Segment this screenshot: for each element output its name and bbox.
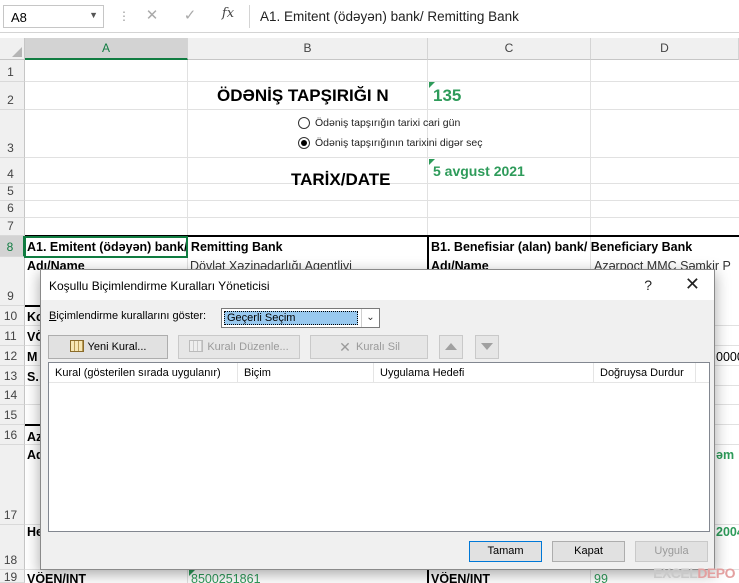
insert-function-icon[interactable]: fx	[216, 6, 240, 26]
cell-b19[interactable]: 8500251861	[191, 572, 261, 583]
order-number[interactable]: 135	[433, 86, 461, 106]
move-down-button[interactable]	[475, 335, 499, 359]
table-border	[25, 424, 40, 426]
cell-c8[interactable]: B1. Benefisiar (alan) bank/ Beneficiary …	[431, 240, 739, 254]
active-cell-selection	[24, 236, 188, 258]
cell-d12[interactable]: 0000	[716, 350, 739, 364]
cell-a19[interactable]: VÖEN/INT	[27, 572, 86, 583]
radio-current-date-label: Ödəniş tapşırığın tarixi cari gün	[315, 117, 461, 129]
gridline	[25, 109, 739, 110]
arrow-down-icon	[481, 343, 493, 350]
column-stop-if-true[interactable]: Doğruysa Durdur	[594, 363, 696, 383]
new-rule-icon	[69, 340, 84, 352]
name-box[interactable]: A8 ▼	[3, 5, 104, 28]
move-up-button[interactable]	[439, 335, 463, 359]
column-applies-to[interactable]: Uygulama Hedefi	[374, 363, 594, 383]
row-header-2[interactable]: 2	[0, 82, 25, 110]
row-header-8[interactable]: 8	[0, 236, 25, 257]
edit-rule-button[interactable]: Kuralı Düzenle...	[178, 335, 300, 359]
row-header-15[interactable]: 15	[0, 405, 25, 425]
row-header-19[interactable]: 19	[0, 570, 25, 583]
row-header-11[interactable]: 11	[0, 326, 25, 346]
table-border	[427, 568, 429, 583]
conditional-formatting-dialog: Koşullu Biçimlendirme Kuralları Yönetici…	[40, 269, 715, 570]
row-header-10[interactable]: 10	[0, 306, 25, 326]
column-header-d[interactable]: D	[591, 38, 739, 60]
row-header-17[interactable]: 17	[0, 445, 25, 525]
show-rules-select[interactable]: Geçerli Seçim ⌄	[221, 308, 380, 328]
formula-divider	[249, 5, 250, 28]
rules-list[interactable]: Kural (gösterilen sırada uygulanır) Biçi…	[48, 362, 710, 532]
row-header-13[interactable]: 13	[0, 366, 25, 386]
column-rule[interactable]: Kural (gösterilen sırada uygulanır)	[49, 363, 238, 383]
row-header-6[interactable]: 6	[0, 201, 25, 218]
row-header-4[interactable]: 4	[0, 158, 25, 184]
radio-icon	[298, 117, 310, 130]
formula-content[interactable]: A1. Emitent (ödəyən) bank/ Remitting Ban…	[260, 9, 519, 24]
ok-button[interactable]: Tamam	[469, 541, 542, 562]
delete-icon: ✕	[339, 339, 351, 355]
cell-d16[interactable]: əm	[716, 448, 734, 462]
name-box-value: A8	[11, 10, 27, 25]
radio-other-date-label: Ödəniş tapşırığının tarixini digər seç	[315, 137, 483, 149]
close-icon[interactable]: ✕	[685, 274, 700, 295]
row-header-18[interactable]: 18	[0, 525, 25, 570]
edit-rule-icon	[189, 340, 204, 352]
date-value[interactable]: 5 avgust 2021	[433, 163, 525, 179]
new-rule-button[interactable]: Yeni Kural...	[48, 335, 168, 359]
radio-current-date[interactable]: Ödəniş tapşırığın tarixi cari gün	[298, 117, 461, 130]
dialog-title: Koşullu Biçimlendirme Kuralları Yönetici…	[49, 279, 270, 293]
cell-a13[interactable]: S.	[27, 370, 39, 384]
column-format[interactable]: Biçim	[238, 363, 374, 383]
show-rules-label: Biçimlendirme kurallarını göster:	[49, 310, 207, 322]
cell-a12[interactable]: M	[27, 350, 37, 364]
sheet-title[interactable]: ÖDƏNİŞ TAPŞIRIĞI N	[217, 86, 389, 106]
table-border	[25, 305, 40, 307]
watermark-logo: EXCELDEPO	[653, 565, 735, 581]
show-rules-value: Geçerli Seçim	[224, 311, 358, 325]
row-header-14[interactable]: 14	[0, 386, 25, 405]
rules-list-header: Kural (gösterilen sırada uygulanır) Biçi…	[49, 363, 709, 383]
column-header-c[interactable]: C	[428, 38, 591, 60]
chevron-down-icon[interactable]: ⌄	[361, 309, 379, 327]
cell-c19[interactable]: VÖEN/INT	[431, 572, 490, 583]
gridline	[25, 200, 739, 201]
delete-rule-button[interactable]: ✕ Kuralı Sil	[310, 335, 428, 359]
rules-toolbar: Yeni Kural... Kuralı Düzenle... ✕ Kuralı …	[48, 334, 710, 360]
dialog-titlebar[interactable]: Koşullu Biçimlendirme Kuralları Yönetici…	[41, 270, 714, 300]
formula-bar: A8 ▼ ⋮ ✕ ✓ fx A1. Emitent (ödəyən) bank/…	[0, 0, 739, 33]
chevron-down-icon[interactable]: ▼	[89, 10, 98, 20]
column-header-b[interactable]: B	[188, 38, 428, 60]
row-header-12[interactable]: 12	[0, 346, 25, 366]
row-header-7[interactable]: 7	[0, 218, 25, 236]
table-border	[427, 236, 429, 270]
gridline	[25, 81, 739, 82]
cell-d18[interactable]: 2004	[716, 525, 739, 539]
select-all-corner[interactable]	[0, 38, 25, 60]
drag-handle-icon[interactable]: ⋮	[118, 9, 130, 23]
column-header-a[interactable]: A	[25, 38, 188, 60]
row-header-16[interactable]: 16	[0, 425, 25, 445]
cancel-icon[interactable]: ✕	[140, 6, 164, 26]
row-header-3[interactable]: 3	[0, 110, 25, 158]
apply-button[interactable]: Uygula	[635, 541, 708, 562]
close-button[interactable]: Kapat	[552, 541, 625, 562]
radio-other-date[interactable]: Ödəniş tapşırığının tarixini digər seç	[298, 137, 483, 150]
row-header-1[interactable]: 1	[0, 60, 25, 82]
arrow-up-icon	[445, 343, 457, 350]
cell-d19[interactable]: 99	[594, 572, 608, 583]
gridline	[25, 157, 739, 158]
date-label[interactable]: TARİX/DATE	[291, 170, 390, 190]
row-header-9[interactable]: 9	[0, 257, 25, 306]
enter-icon[interactable]: ✓	[178, 6, 202, 26]
help-icon[interactable]: ?	[644, 277, 652, 293]
row-header-5[interactable]: 5	[0, 184, 25, 201]
gridline	[25, 217, 739, 218]
radio-selected-icon	[298, 137, 310, 150]
